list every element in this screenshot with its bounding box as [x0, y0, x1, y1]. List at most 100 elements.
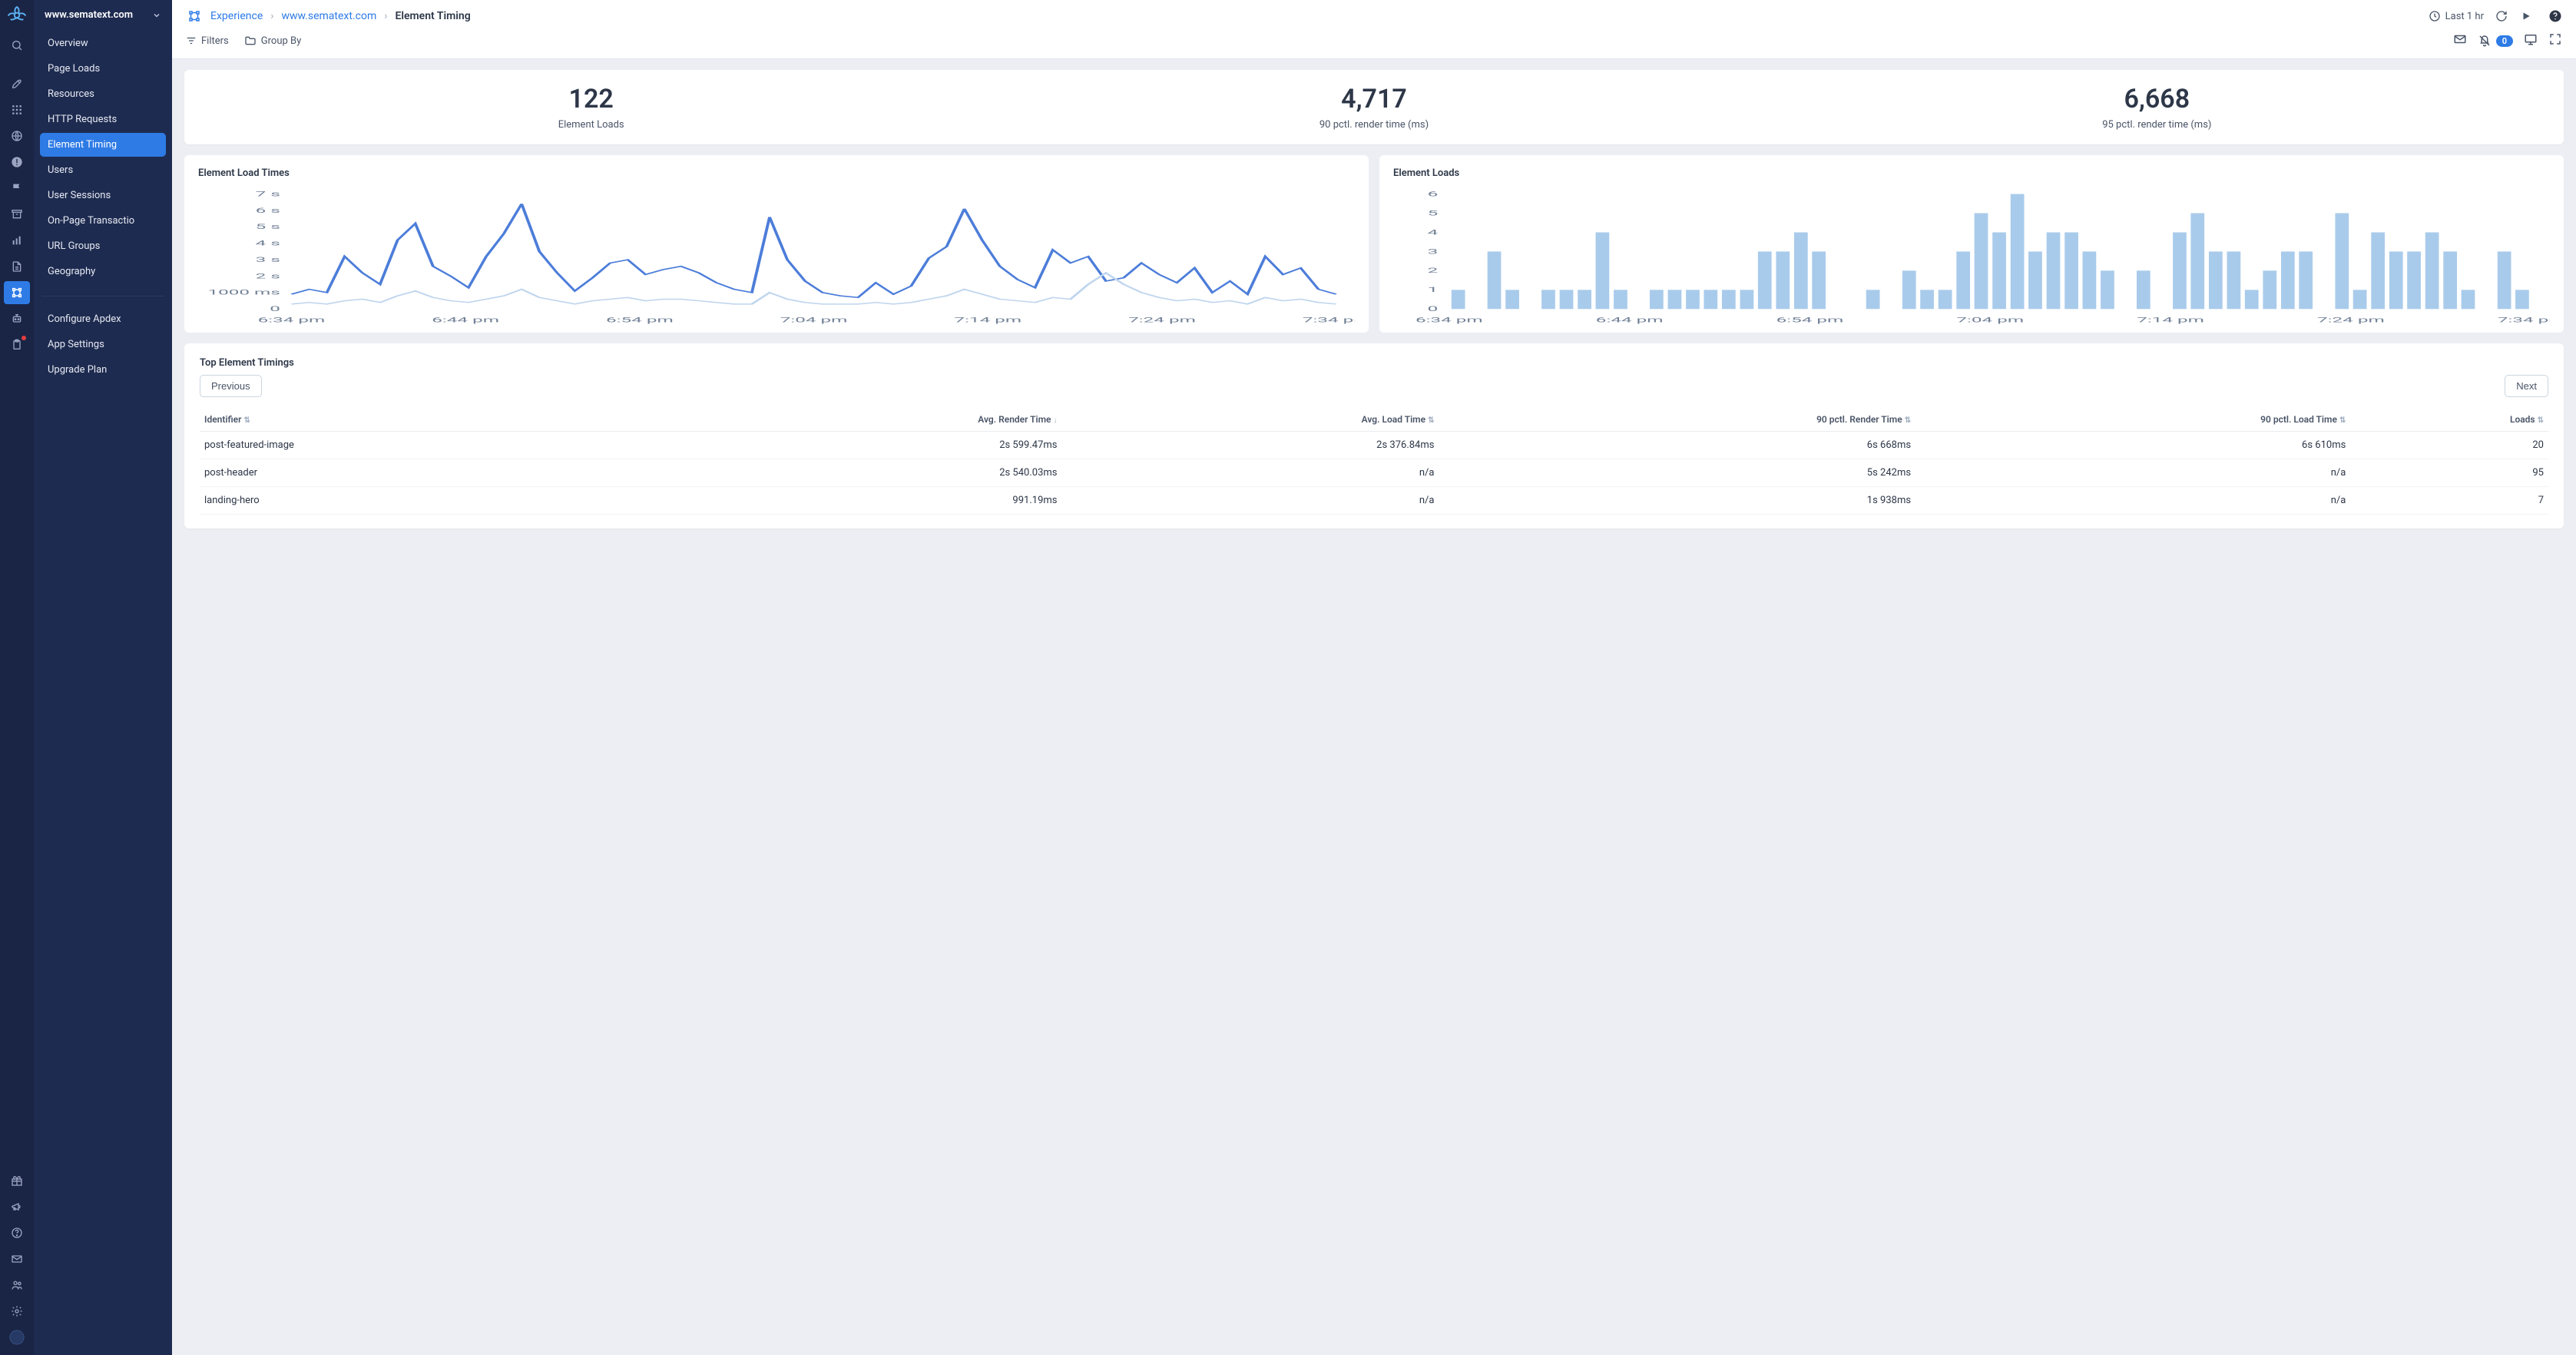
svg-text:7:24 pm: 7:24 pm [1128, 316, 1196, 324]
table-title: Top Element Timings [200, 357, 2548, 369]
svg-text:7:04 pm: 7:04 pm [780, 316, 848, 324]
chevron-down-icon [152, 11, 161, 20]
icon-rail [0, 0, 34, 1355]
app-logo[interactable] [5, 5, 28, 28]
sidebar-item-users[interactable]: Users [40, 158, 166, 182]
flag-icon[interactable] [4, 177, 30, 200]
monitor-icon[interactable] [2524, 32, 2538, 49]
filter-icon [186, 35, 197, 46]
sidebar-item-geography[interactable]: Geography [40, 260, 166, 283]
grid-icon[interactable] [4, 98, 30, 121]
megaphone-icon[interactable] [4, 1195, 30, 1218]
rocket-icon[interactable] [4, 72, 30, 95]
group-by-button[interactable]: Group By [244, 35, 302, 47]
sidebar-item-on-page-transactio[interactable]: On-Page Transactio [40, 209, 166, 233]
globe-icon[interactable] [4, 124, 30, 147]
svg-text:6:34 pm: 6:34 pm [1415, 316, 1483, 324]
sidebar-item-resources[interactable]: Resources [40, 82, 166, 106]
gear-icon[interactable] [4, 1300, 30, 1323]
svg-text:5: 5 [1428, 209, 1439, 217]
svg-text:2: 2 [1428, 267, 1439, 275]
filters-button[interactable]: Filters [186, 35, 229, 47]
kpi-label: 95 pctl. render time (ms) [1766, 119, 2548, 131]
avatar-icon[interactable] [4, 1326, 30, 1349]
svg-text:7:14 pm: 7:14 pm [2137, 316, 2204, 324]
svg-text:5 s: 5 s [256, 223, 280, 231]
mail-icon[interactable] [4, 1247, 30, 1271]
users-icon[interactable] [4, 1274, 30, 1297]
svg-text:6:34 pm: 6:34 pm [258, 316, 326, 324]
previous-button[interactable]: Previous [200, 375, 262, 397]
experience-icon [186, 8, 203, 25]
mail-icon[interactable] [2453, 32, 2467, 49]
breadcrumb-current: Element Timing [395, 10, 470, 22]
alert-circle-icon[interactable] [4, 151, 30, 174]
kpi-value: 6,668 [1766, 84, 2548, 114]
svg-text:6: 6 [1428, 190, 1439, 198]
svg-text:7:24 pm: 7:24 pm [2317, 316, 2385, 324]
archive-icon[interactable] [4, 203, 30, 226]
svg-text:0: 0 [1428, 305, 1439, 313]
help-icon[interactable] [4, 1221, 30, 1244]
svg-text:7:14 pm: 7:14 pm [954, 316, 1021, 324]
sidebar-item-configure-apdex[interactable]: Configure Apdex [40, 307, 166, 331]
column-header[interactable]: 90 pctl. Render Time⇅ [1439, 408, 1915, 432]
column-header[interactable]: Loads⇅ [2350, 408, 2548, 432]
chart-element-load-times: Element Load Times 01000 ms2 s3 s4 s5 s6… [184, 155, 1369, 333]
breadcrumb-root[interactable]: Experience [210, 10, 263, 22]
refresh-icon[interactable] [2495, 9, 2508, 23]
time-range-selector[interactable]: Last 1 hr [2429, 10, 2484, 22]
chart-element-loads: Element Loads 01234566:34 pm6:44 pm6:54 … [1379, 155, 2564, 333]
sidebar-item-http-requests[interactable]: HTTP Requests [40, 108, 166, 131]
sidebar-item-upgrade-plan[interactable]: Upgrade Plan [40, 358, 166, 382]
file-icon[interactable] [4, 255, 30, 278]
experience-icon[interactable] [4, 281, 30, 304]
svg-text:1: 1 [1428, 286, 1439, 294]
robot-icon[interactable] [4, 307, 30, 330]
kpi: 4,71790 pctl. render time (ms) [982, 84, 1765, 131]
svg-text:7 s: 7 s [256, 190, 280, 198]
column-header[interactable]: 90 pctl. Load Time⇅ [1915, 408, 2350, 432]
svg-text:4: 4 [1428, 228, 1439, 237]
fullscreen-icon[interactable] [2548, 32, 2562, 49]
clock-icon [2429, 10, 2441, 22]
breadcrumb-app[interactable]: www.sematext.com [281, 10, 376, 22]
breadcrumb: Experience › www.sematext.com › Element … [186, 8, 471, 25]
svg-text:7:04 pm: 7:04 pm [1956, 316, 2024, 324]
kpi-value: 4,717 [982, 84, 1765, 114]
gift-icon[interactable] [4, 1169, 30, 1192]
column-header[interactable]: Avg. Render Time↓ [655, 408, 1062, 432]
svg-text:7:34 pm: 7:34 pm [2498, 316, 2550, 324]
svg-text:7:34 pm: 7:34 pm [1303, 316, 1355, 324]
sidebar-item-app-settings[interactable]: App Settings [40, 333, 166, 356]
bell-off-icon [2478, 34, 2492, 48]
next-button[interactable]: Next [2505, 375, 2548, 397]
kpi: 122Element Loads [200, 84, 982, 131]
folder-icon [244, 35, 257, 47]
column-header[interactable]: Avg. Load Time⇅ [1062, 408, 1439, 432]
play-icon[interactable] [2519, 9, 2533, 23]
sidebar: www.sematext.com OverviewPage LoadsResou… [34, 0, 172, 1355]
sidebar-item-url-groups[interactable]: URL Groups [40, 234, 166, 258]
alerts-count-badge: 0 [2496, 35, 2513, 47]
table-row[interactable]: post-featured-image2s 599.47ms2s 376.84m… [200, 432, 2548, 459]
alerts-button[interactable]: 0 [2478, 34, 2513, 48]
table-row[interactable]: landing-hero991.19msn/a1s 938msn/a7 [200, 487, 2548, 515]
sidebar-item-user-sessions[interactable]: User Sessions [40, 184, 166, 207]
sidebar-item-element-timing[interactable]: Element Timing [40, 133, 166, 157]
sidebar-app-selector[interactable]: www.sematext.com [34, 0, 172, 28]
svg-text:2 s: 2 s [256, 272, 280, 280]
clipboard-icon[interactable] [4, 333, 30, 356]
sidebar-item-page-loads[interactable]: Page Loads [40, 57, 166, 81]
bar-chart-icon[interactable] [4, 229, 30, 252]
svg-text:3: 3 [1428, 247, 1439, 256]
sidebar-item-overview[interactable]: Overview [40, 31, 166, 55]
table-row[interactable]: post-header2s 540.03msn/a5s 242msn/a95 [200, 459, 2548, 487]
svg-text:6:44 pm: 6:44 pm [1596, 316, 1664, 324]
column-header[interactable]: Identifier⇅ [200, 408, 655, 432]
search-icon[interactable] [4, 34, 30, 57]
help-circle-icon[interactable] [2548, 9, 2562, 23]
svg-text:6:54 pm: 6:54 pm [606, 316, 674, 324]
kpi-value: 122 [200, 84, 982, 114]
svg-text:6 s: 6 s [256, 207, 280, 215]
